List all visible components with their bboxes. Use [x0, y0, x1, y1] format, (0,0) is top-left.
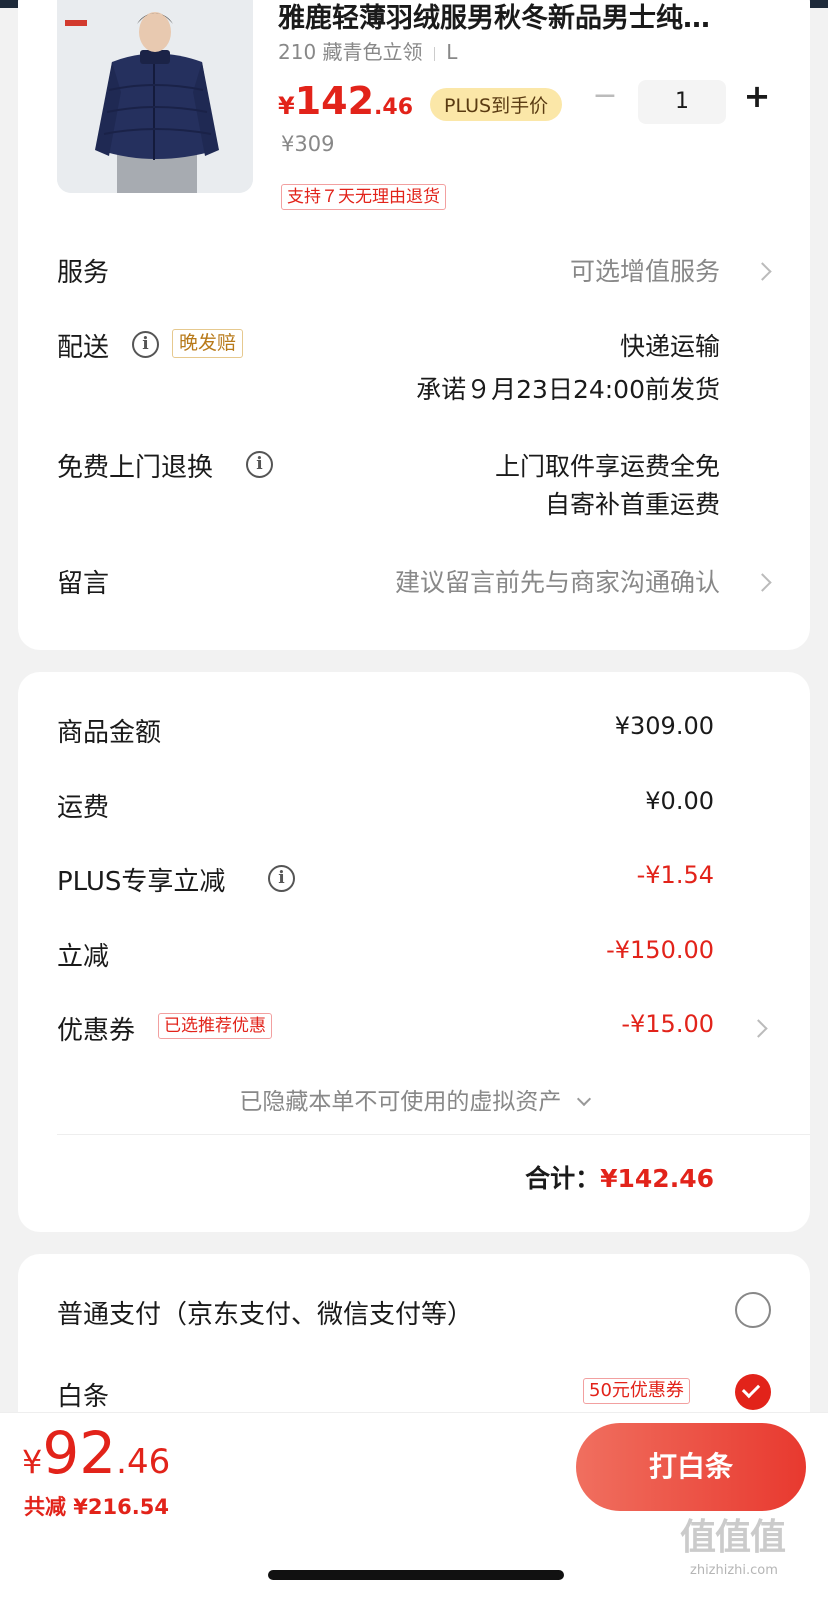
- summary-value-instant-discount: -¥150.00: [606, 936, 714, 964]
- variant-divider: [433, 46, 435, 61]
- variant-size: L: [446, 40, 458, 64]
- bottom-price: ¥92.46: [22, 1419, 170, 1487]
- bottom-price-symbol: ¥: [22, 1443, 43, 1481]
- bottom-price-int: 92: [42, 1419, 117, 1487]
- baitiao-selected-radio[interactable]: [735, 1374, 771, 1410]
- hidden-assets-toggle[interactable]: 已隐藏本单不可使用的虚拟资产: [18, 1082, 810, 1116]
- coupon-chevron-icon[interactable]: [749, 1019, 768, 1038]
- summary-value-goods: ¥309.00: [614, 712, 714, 740]
- price-summary-card: 商品金额 ¥309.00 运费 ¥0.00 PLUS专享立减 i -¥1.54 …: [18, 672, 810, 1232]
- delivery-info-icon[interactable]: i: [132, 331, 159, 358]
- hidden-assets-text: 已隐藏本单不可使用的虚拟资产: [239, 1089, 562, 1115]
- message-chevron-icon[interactable]: [753, 573, 772, 592]
- watermark-logo: 值值值: [680, 1517, 786, 1558]
- summary-total: 合计：¥142.46: [525, 1159, 714, 1195]
- summary-label-instant-discount: 立减: [57, 942, 110, 972]
- free-return-info-icon[interactable]: i: [246, 451, 273, 478]
- summary-value-coupon[interactable]: -¥15.00: [621, 1010, 714, 1038]
- free-return-line2: 自寄补首重运费: [544, 490, 720, 519]
- product-photo-icon: [57, 0, 253, 193]
- free-return-label: 免费上门退换: [57, 453, 214, 483]
- delivery-promise: 承诺９月23日24:00前发货: [416, 375, 720, 404]
- quantity-increase-button[interactable]: +: [740, 76, 774, 116]
- message-input[interactable]: 建议留言前先与商家沟通确认: [395, 563, 720, 599]
- product-title[interactable]: 雅鹿轻薄羽绒服男秋冬新品男士纯…: [278, 0, 778, 35]
- service-chevron-icon[interactable]: [753, 262, 772, 281]
- coupon-recommended-tag: 已选推荐优惠: [158, 1013, 272, 1039]
- baitiao-coupon-tag: 50元优惠券: [583, 1378, 690, 1404]
- bottom-price-dec: .46: [116, 1442, 171, 1482]
- original-price: ¥309: [281, 132, 335, 156]
- price-int: 142: [294, 79, 375, 123]
- quantity-input[interactable]: 1: [638, 80, 726, 124]
- summary-label-plus-discount: PLUS专享立减: [57, 867, 226, 897]
- product-variant: 210 藏青色立领 L: [278, 36, 457, 65]
- variant-color: 210 藏青色立领: [278, 40, 423, 64]
- bottom-checkout-bar: ¥92.46 共减 ¥216.54 打白条 值值值 zhizhizhi.com: [0, 1412, 828, 1598]
- message-label: 留言: [57, 569, 110, 599]
- total-saved: 共减 ¥216.54: [24, 1495, 169, 1519]
- baitiao-label[interactable]: 白条: [57, 1376, 109, 1413]
- delivery-method: 快递运输: [619, 332, 720, 361]
- summary-divider: [57, 1134, 810, 1135]
- summary-label-goods: 商品金额: [57, 718, 162, 748]
- normal-payment-label[interactable]: 普通支付（京东支付、微信支付等）: [57, 1294, 473, 1331]
- quantity-decrease-button[interactable]: −: [588, 76, 622, 116]
- product-price: ¥142.46: [278, 79, 413, 123]
- plus-discount-info-icon[interactable]: i: [268, 865, 295, 892]
- total-label: 合计：: [525, 1164, 601, 1193]
- summary-value-shipping: ¥0.00: [645, 787, 714, 815]
- watermark-site: zhizhizhi.com: [690, 1563, 778, 1578]
- check-icon: [741, 1379, 761, 1399]
- total-value: ¥142.46: [600, 1164, 714, 1193]
- plus-price-badge: PLUS到手价: [430, 88, 563, 121]
- submit-baitiao-button[interactable]: 打白条: [576, 1423, 806, 1511]
- summary-value-plus-discount: -¥1.54: [636, 861, 714, 889]
- summary-label-coupon: 优惠券: [57, 1016, 136, 1046]
- chevron-down-icon: [576, 1091, 591, 1107]
- home-indicator: [268, 1570, 564, 1580]
- service-label: 服务: [57, 258, 110, 288]
- delivery-label: 配送: [57, 333, 110, 363]
- order-info-card: 雅鹿轻薄羽绒服男秋冬新品男士纯… 210 藏青色立领 L ¥142.46 PLU…: [18, 0, 810, 650]
- product-image[interactable]: [57, 0, 253, 193]
- return-policy-tag: 支持７天无理由退货: [281, 184, 446, 210]
- normal-payment-radio[interactable]: [735, 1292, 771, 1328]
- service-value[interactable]: 可选增值服务: [570, 252, 720, 288]
- summary-label-shipping: 运费: [57, 793, 110, 823]
- free-return-line1: 上门取件享运费全免: [494, 452, 720, 481]
- submit-baitiao-label: 打白条: [648, 1450, 733, 1483]
- late-compensation-tag: 晚发赔: [172, 329, 244, 358]
- price-symbol: ¥: [278, 92, 295, 120]
- price-dec: .46: [374, 95, 414, 120]
